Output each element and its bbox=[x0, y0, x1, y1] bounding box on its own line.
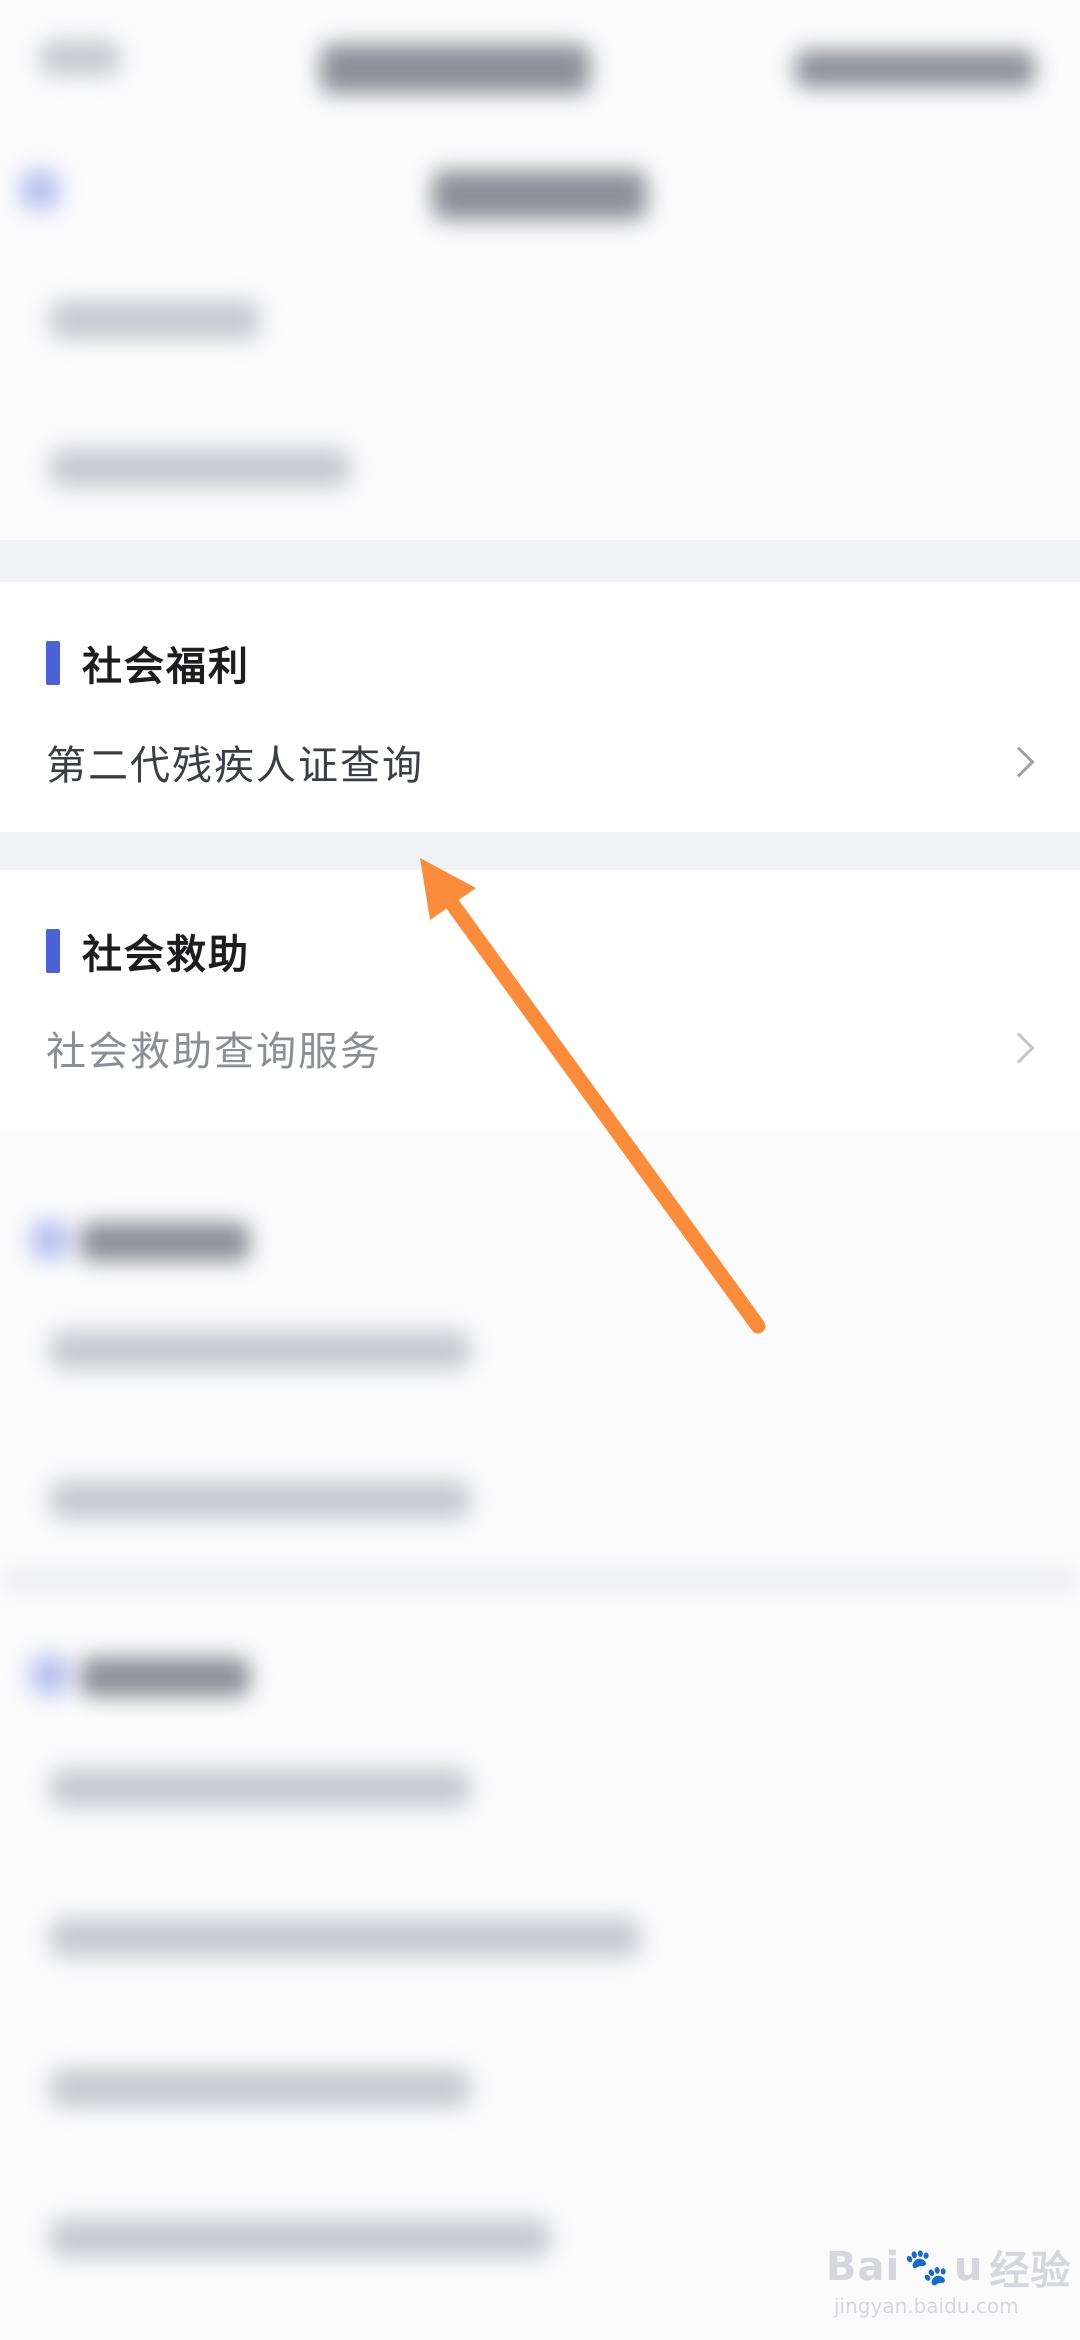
annotation-arrow-shaft bbox=[440, 890, 766, 1334]
watermark-logo: Bai 🐾 u 经验 bbox=[826, 2238, 1072, 2296]
annotation-arrow bbox=[420, 858, 766, 1334]
watermark-url: jingyan.baidu.com bbox=[834, 2294, 1019, 2318]
watermark-brand: Bai bbox=[826, 2244, 901, 2290]
watermark-cn: 经验 bbox=[989, 2248, 1072, 2294]
paw-icon: 🐾 bbox=[904, 2247, 951, 2288]
watermark-brand-end: u bbox=[954, 2244, 984, 2290]
